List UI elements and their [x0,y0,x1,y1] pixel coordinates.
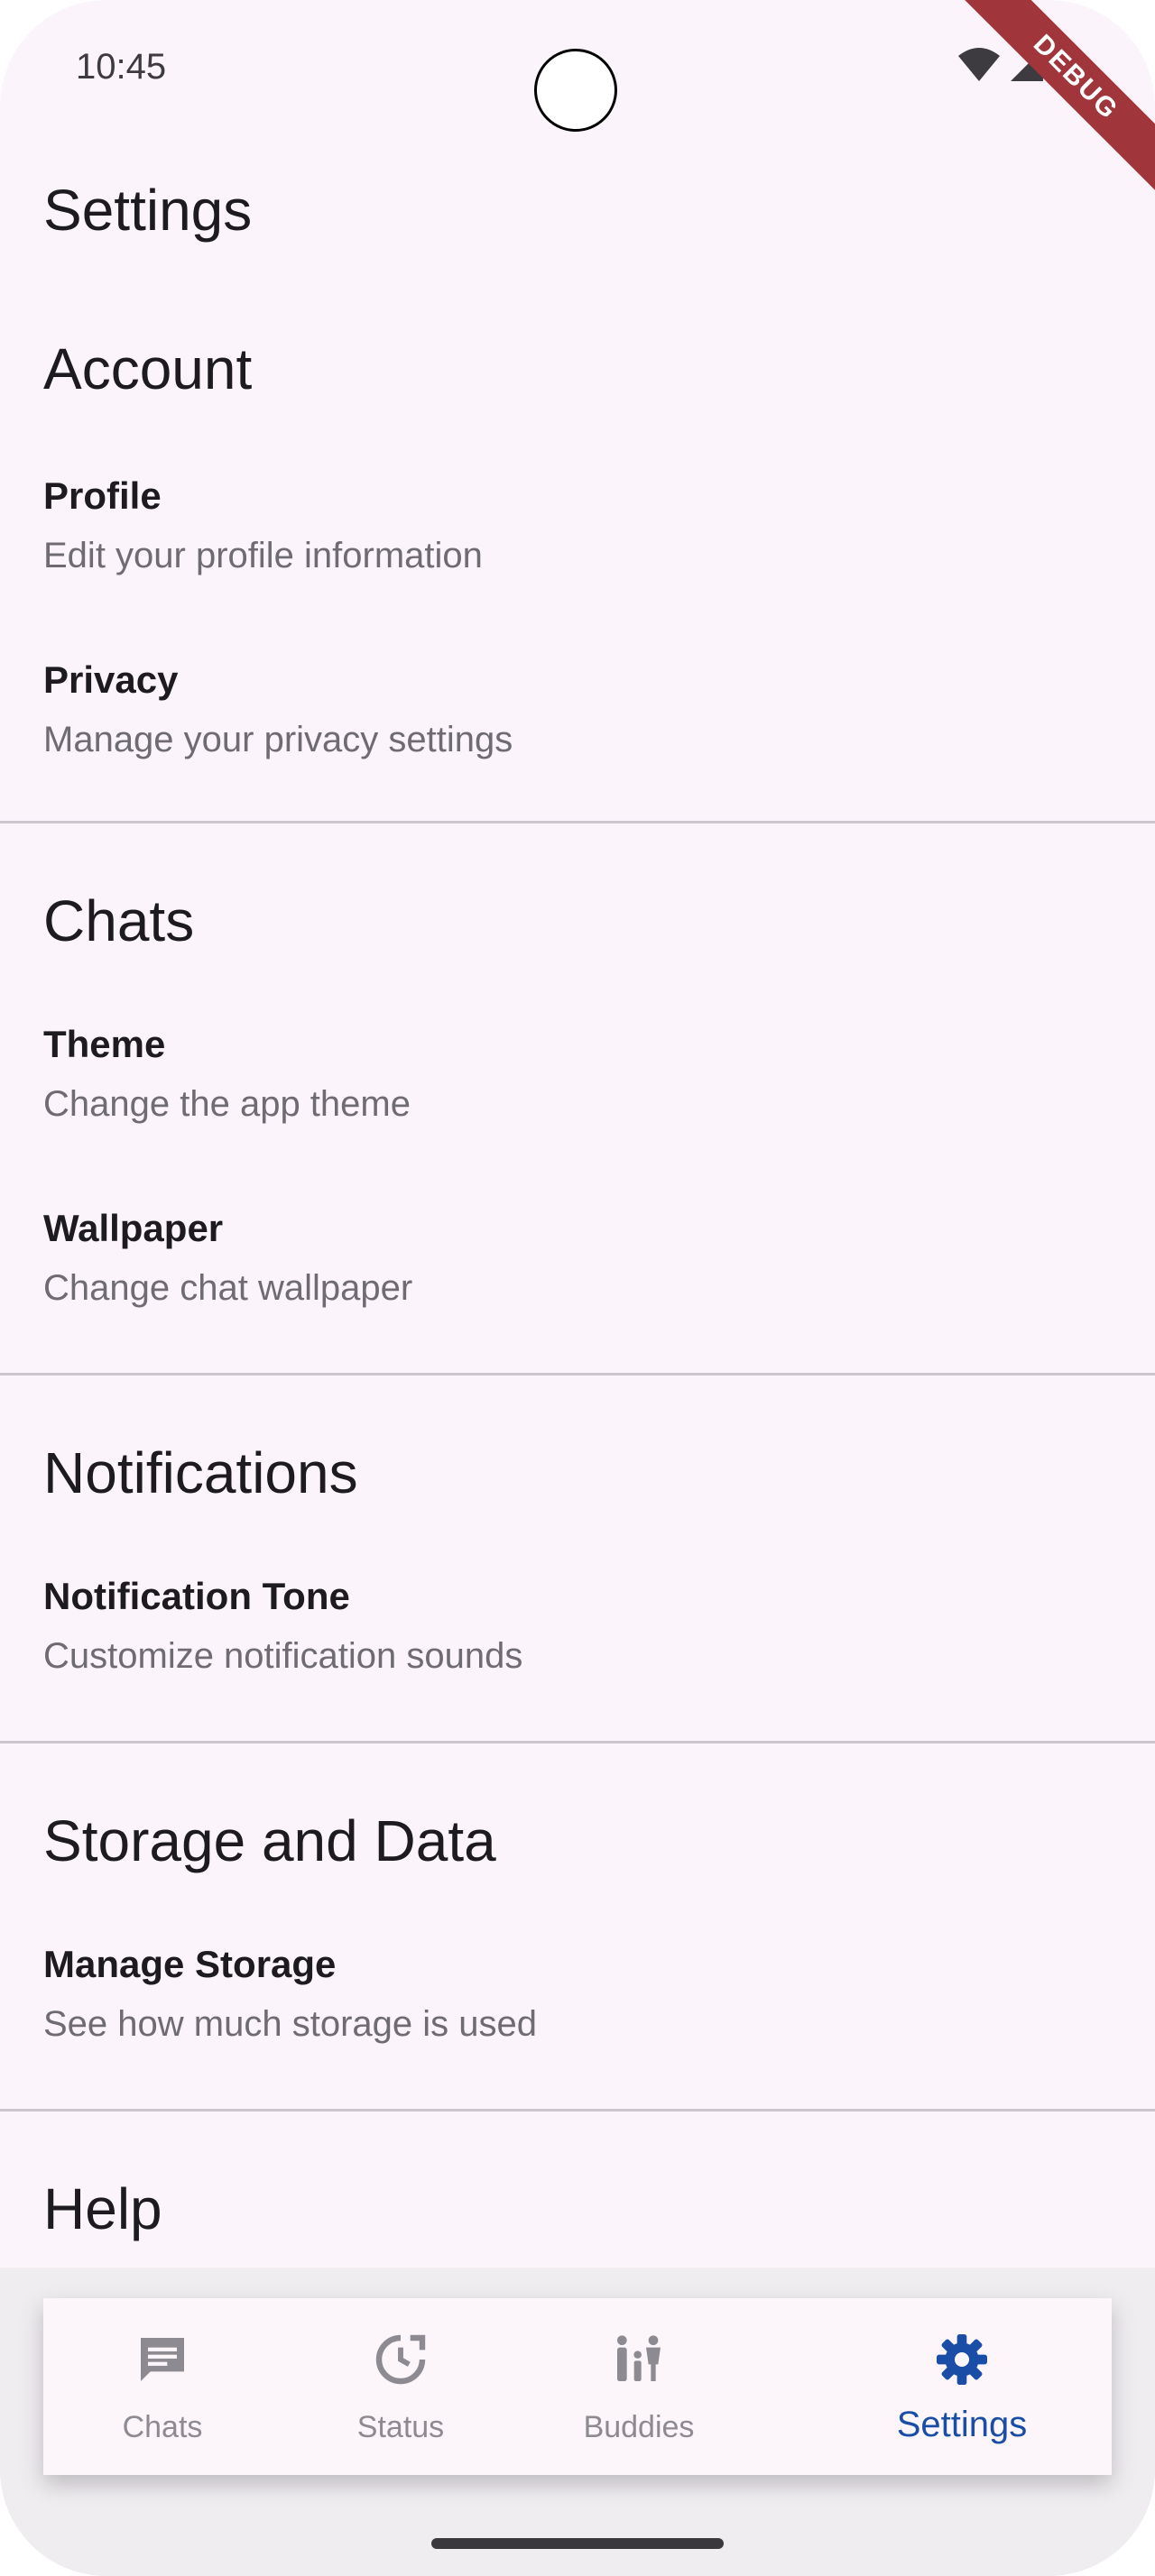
app-screen: 10:45 DEBUG Settings Account Profile Edi… [0,0,1155,2576]
item-subtitle: Manage your privacy settings [43,720,513,759]
page-title: Settings [43,178,253,243]
home-indicator[interactable] [431,2538,724,2549]
nav-item-buddies[interactable]: Buddies [520,2298,758,2475]
wifi-icon [958,48,1000,81]
section-divider [0,2109,1155,2111]
status-icon [375,2334,426,2385]
item-subtitle: See how much storage is used [43,2004,537,2044]
settings-item-wallpaper[interactable]: Wallpaper Change chat wallpaper [43,1205,1112,1311]
item-title: Theme [43,1023,166,1065]
section-divider [0,821,1155,823]
chat-icon [141,2338,184,2381]
section-divider [0,1373,1155,1375]
item-title: Wallpaper [43,1207,224,1249]
camera-cutout [534,49,617,132]
bottom-nav: Chats Status Buddies Settings [43,2298,1112,2475]
section-header-chats: Chats [43,888,195,953]
item-subtitle: Edit your profile information [43,536,483,575]
item-title: Privacy [43,658,179,701]
buddies-icon [617,2335,661,2381]
status-time: 10:45 [76,47,167,87]
section-header-storage: Storage and Data [43,1808,496,1873]
nav-label: Buddies [583,2410,695,2444]
gear-icon [937,2334,987,2385]
settings-item-profile[interactable]: Profile Edit your profile information [43,473,1112,579]
item-subtitle: Customize notification sounds [43,1636,523,1676]
item-title: Profile [43,474,162,517]
nav-label: Status [356,2410,445,2444]
nav-label: Settings [896,2405,1028,2444]
settings-item-privacy[interactable]: Privacy Manage your privacy settings [43,657,1112,763]
item-subtitle: Change the app theme [43,1084,411,1124]
section-header-account: Account [43,336,253,401]
section-header-notifications: Notifications [43,1440,358,1505]
debug-banner: DEBUG [950,0,1155,203]
status-bar: 10:45 DEBUG [0,0,1155,203]
settings-item-notification-tone[interactable]: Notification Tone Customize notification… [43,1573,1112,1679]
section-header-help: Help [43,2176,162,2241]
settings-item-theme[interactable]: Theme Change the app theme [43,1021,1112,1127]
nav-item-status[interactable]: Status [282,2298,520,2475]
section-divider [0,1741,1155,1743]
settings-item-manage-storage[interactable]: Manage Storage See how much storage is u… [43,1941,1112,2047]
nav-label: Chats [122,2410,203,2444]
nav-item-settings[interactable]: Settings [827,2298,1097,2475]
nav-item-chats[interactable]: Chats [43,2298,282,2475]
item-subtitle: Change chat wallpaper [43,1268,413,1308]
item-title: Manage Storage [43,1943,337,1985]
item-title: Notification Tone [43,1575,350,1617]
